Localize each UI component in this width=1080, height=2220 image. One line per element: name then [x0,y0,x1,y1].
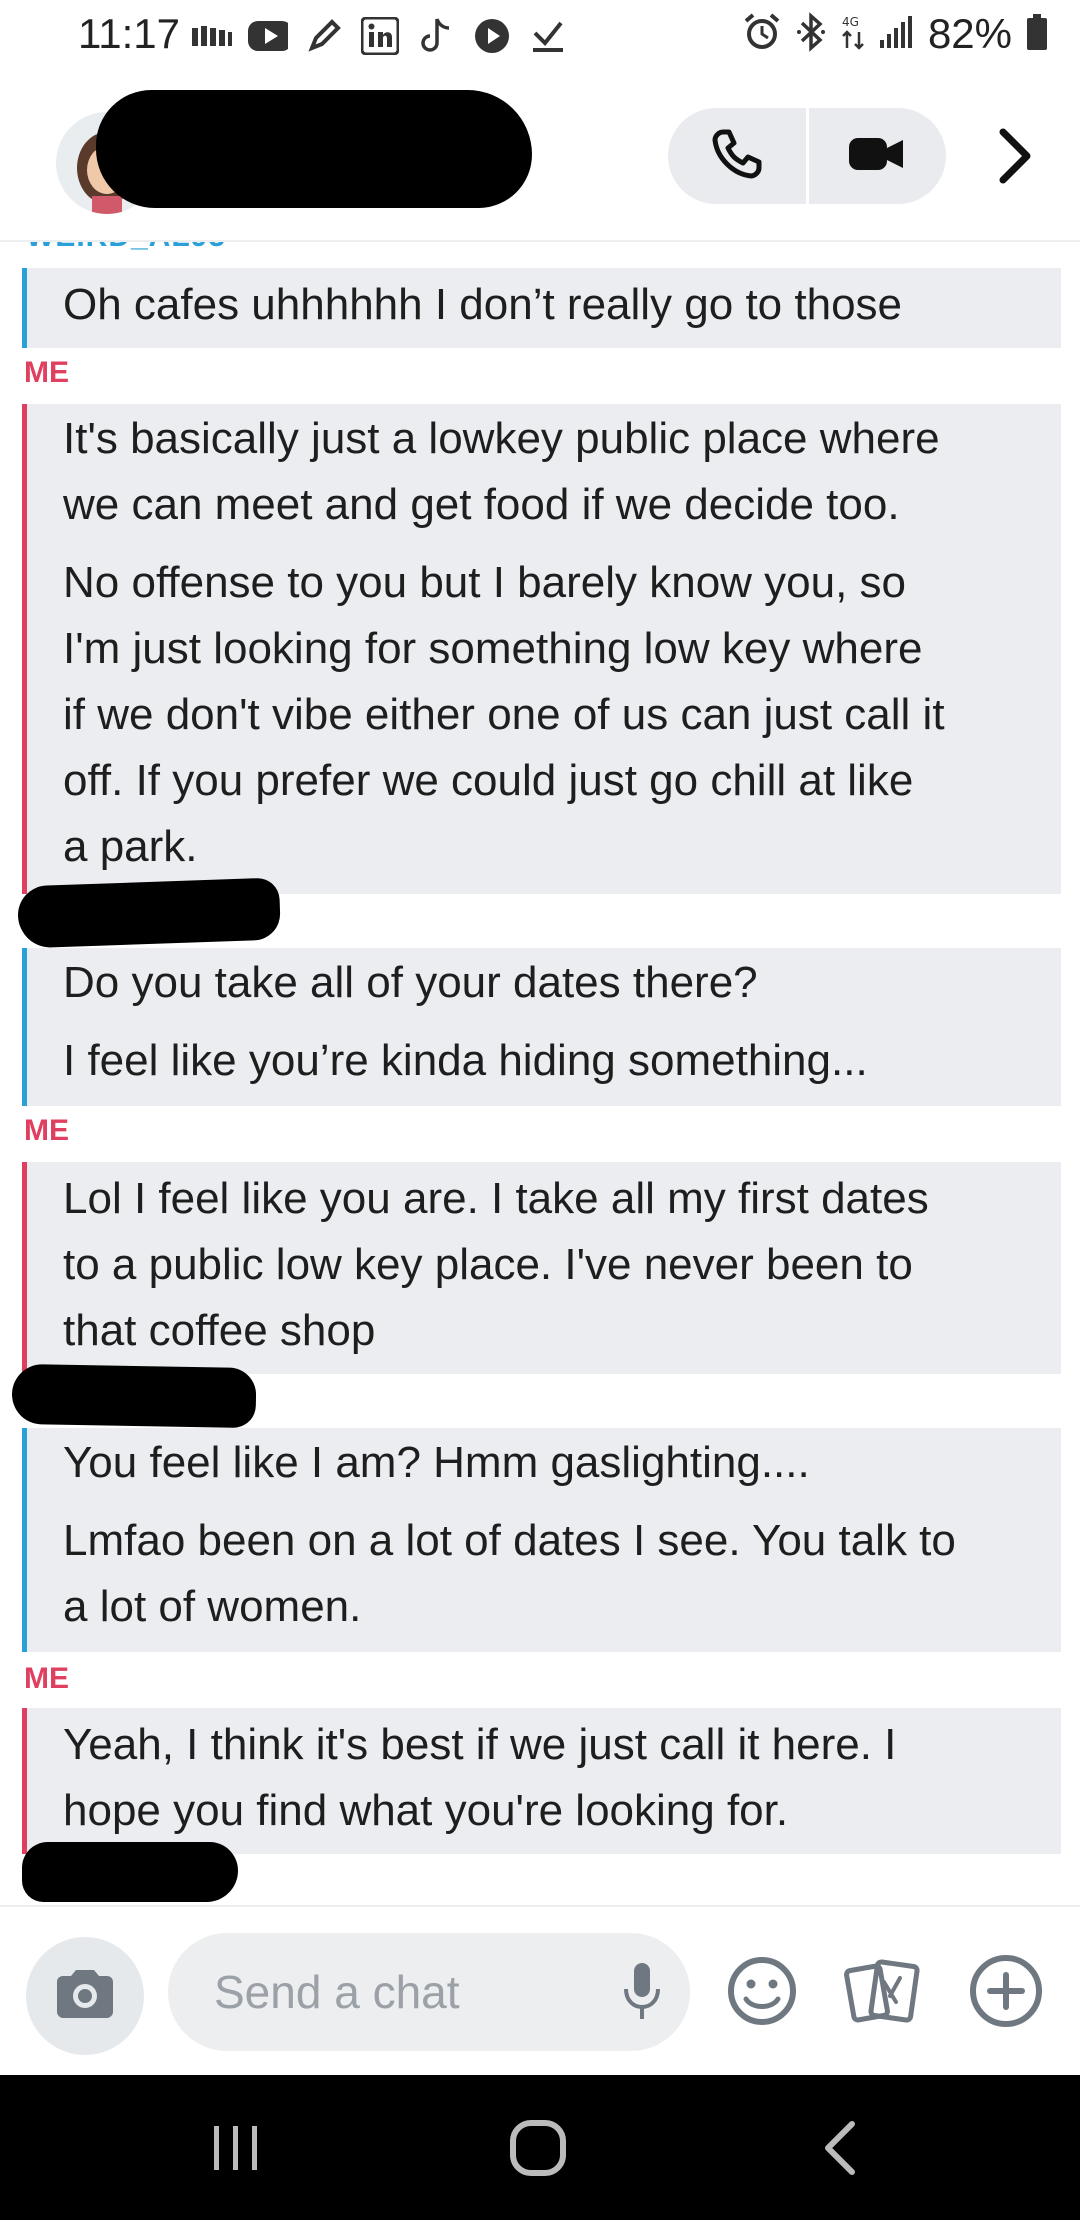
sender-label-me: ME [24,1662,69,1695]
chevron-right-button[interactable] [980,118,1050,198]
message-line: Lmfao been on a lot of dates I see. You … [63,1516,956,1565]
message-line: off. If you prefer we could just go chil… [63,756,914,805]
bluetooth-icon [796,11,826,57]
message-line: Do you take all of your dates there? [63,958,758,1007]
video-button[interactable] [809,108,947,204]
message-line: No offense to you but I barely know you,… [63,558,907,607]
svg-text:4G: 4G [842,15,859,29]
message-line: Lol I feel like you are. I take all my f… [63,1174,929,1223]
pen-icon [304,16,344,56]
play-circle-icon [472,16,512,56]
youtube-icon [248,16,288,56]
call-controls [668,108,946,204]
smiley-icon [726,1955,798,2032]
recents-button[interactable] [196,2115,276,2185]
status-time: 11:17 [78,10,180,57]
plus-button[interactable] [966,1953,1046,2033]
back-icon [820,2120,860,2181]
message-line: hope you find what you're looking for. [63,1786,789,1835]
message-line: a lot of women. [63,1582,362,1631]
notification-icons [192,16,568,56]
back-button[interactable] [800,2115,880,2185]
cards-button[interactable] [844,1953,924,2033]
redaction-scribble [16,877,282,949]
linkedin-icon [360,16,400,56]
redaction-scribble [22,1842,238,1902]
home-button[interactable] [498,2115,578,2185]
phone-button[interactable] [668,108,806,204]
message-line: a park. [63,822,198,871]
plus-icon [968,1953,1044,2034]
message-line: Yeah, I think it's best if we just call … [63,1720,897,1769]
message-me[interactable]: Lol I feel like you are. I take all my f… [22,1162,1061,1374]
message-line: You feel like I am? Hmm gaslighting.... [63,1438,810,1487]
chat-composer [0,1905,1080,2077]
home-icon [508,2118,568,2183]
message-me[interactable]: It's basically just a lowkey public plac… [22,404,1061,894]
sender-label-me: ME [24,1114,69,1147]
chat-header [0,90,1080,242]
camera-button[interactable] [26,1937,144,2055]
cell-signal-icon [879,14,914,55]
message-line: to a public low key place. I've never be… [63,1240,913,1289]
status-bar: 11:17 4G 82% [0,0,1080,78]
recents-icon [210,2122,262,2179]
chevron-right-icon [997,128,1033,189]
video-icon [847,134,907,179]
message-line: we can meet and get food if we decide to… [63,480,900,529]
message-them[interactable]: You feel like I am? Hmm gaslighting.... … [22,1428,1061,1652]
battery-percent: 82% [927,10,1012,57]
download-icon [528,16,568,56]
message-line: I feel like you’re kinda hiding somethin… [63,1036,868,1085]
cards-icon [844,1956,924,2031]
message-line: Oh cafes uhhhhhh I don’t really go to th… [63,280,903,329]
message-line: It's basically just a lowkey public plac… [63,414,940,463]
sender-label-me: ME [24,356,69,389]
message-line: that coffee shop [63,1306,376,1355]
tiktok-icon [416,16,456,56]
message-them[interactable]: Do you take all of your dates there? I f… [22,948,1061,1106]
signal-bars-icon [192,16,232,56]
phone-icon [711,128,763,185]
camera-icon [53,1968,117,2025]
redaction-scribble [11,1363,257,1429]
battery-icon [1026,12,1048,57]
chat-thread[interactable]: WEIRD_AL95 Oh cafes uhhhhhh I don’t real… [0,242,1080,1902]
mic-icon [622,1961,662,2026]
message-line: if we don't vibe either one of us can ju… [63,690,945,739]
message-line: I'm just looking for something low key w… [63,624,923,673]
navigation-bar [0,2075,1080,2220]
message-me[interactable]: Yeah, I think it's best if we just call … [22,1708,1061,1854]
alarm-icon [742,12,782,57]
data-4g-icon: 4G [840,12,866,57]
sender-label-them: WEIRD_AL95 [26,242,226,254]
mic-button[interactable] [612,1961,672,2025]
system-icons: 4G 82% [742,10,1048,58]
contact-name[interactable] [96,90,532,208]
message-them[interactable]: Oh cafes uhhhhhh I don’t really go to th… [22,268,1061,348]
emoji-button[interactable] [722,1953,802,2033]
